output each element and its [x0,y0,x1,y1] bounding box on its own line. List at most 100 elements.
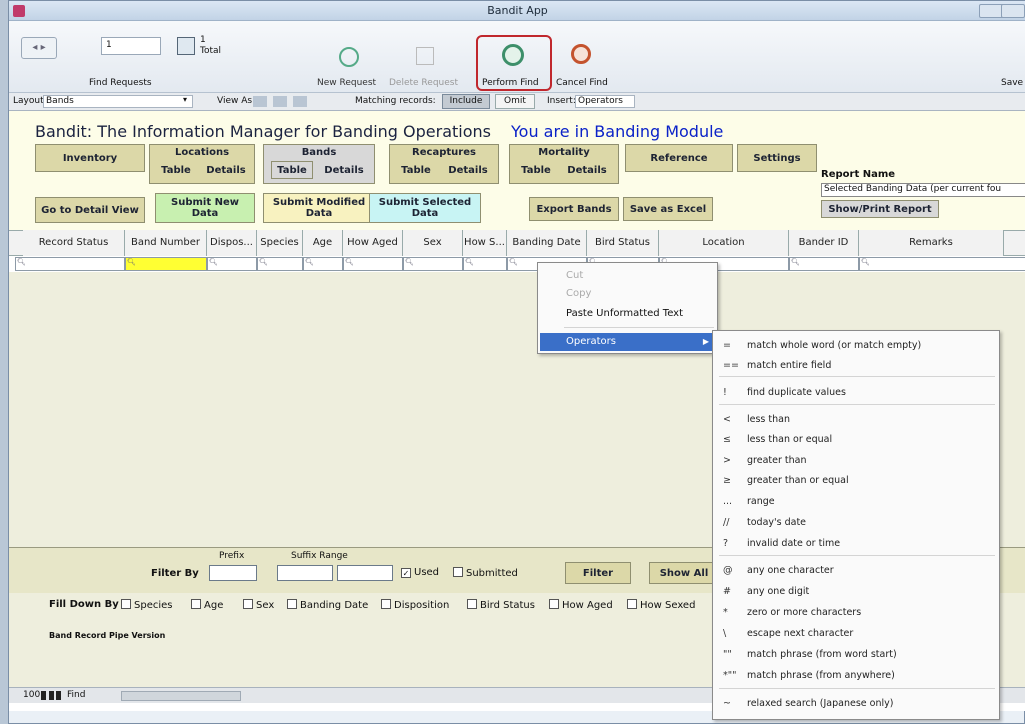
find-field-sex[interactable]: 🔍︎ [403,257,463,271]
save-button[interactable]: Save [1001,78,1023,88]
operator-item[interactable]: \ escape next character [713,625,1001,643]
checkbox-icon [287,599,297,609]
mortality-label: Mortality [538,147,590,158]
operator-item[interactable]: @ any one character [713,562,1001,580]
cancel-find-icon[interactable] [571,44,591,64]
find-field-how-aged[interactable]: 🔍︎ [343,257,403,271]
operator-item[interactable]: # any one digit [713,583,1001,601]
find-field-remarks[interactable]: 🔍︎ [859,257,1025,271]
show-all-button[interactable]: Show All [649,562,719,584]
report-name-field[interactable]: Selected Banding Data (per current fou [821,183,1025,197]
checkbox-icon [453,567,463,577]
locations-table-button[interactable]: Table [155,161,197,179]
omit-button[interactable]: Omit [495,94,535,109]
menu-separator [564,327,714,328]
filter-button[interactable]: Filter [565,562,631,584]
operator-item[interactable]: ~ relaxed search (Japanese only) [713,695,1001,713]
find-field-band-number[interactable]: 🔍︎ [125,257,207,271]
view-as-buttons[interactable] [253,96,313,107]
go-to-detail-view-button[interactable]: Go to Detail View [35,197,145,223]
show-print-report-button[interactable]: Show/Print Report [821,200,939,218]
operator-label: greater than or equal [747,475,849,486]
filldown-bird-status[interactable]: Bird Status [467,599,535,611]
operator-item[interactable]: ! find duplicate values [713,384,1001,402]
filldown-age[interactable]: Age [191,599,223,611]
layout-select[interactable]: Bands [43,95,193,108]
include-button[interactable]: Include [442,94,490,109]
maximize-button[interactable] [1001,4,1025,18]
suffix-start-input[interactable] [277,565,333,581]
find-field-species[interactable]: 🔍︎ [257,257,303,271]
inventory-button[interactable]: Inventory [35,144,145,172]
find-field-disposition[interactable]: 🔍︎ [207,257,257,271]
record-nav-arrows[interactable]: ◂ ▸ [21,37,57,59]
operator-item[interactable]: // today's date [713,514,1001,532]
perform-find-button[interactable]: Perform Find [482,78,539,88]
insert-select[interactable]: Operators [575,95,635,108]
bands-details-button[interactable]: Details [317,161,371,179]
checkbox-icon [191,599,201,609]
perform-find-icon[interactable] [502,44,524,66]
bands-table-button[interactable]: Table [271,161,313,179]
prefix-input[interactable] [209,565,257,581]
operator-item[interactable]: ≥ greater than or equal [713,472,1001,490]
checkbox-icon [243,599,253,609]
operators-menu-item[interactable]: Operators ▶ [540,333,715,351]
new-request-icon[interactable] [339,47,359,67]
operator-item[interactable]: ... range [713,493,1001,511]
mortality-table-button[interactable]: Table [515,161,557,179]
operator-symbol: ≤ [723,434,731,445]
settings-button[interactable]: Settings [737,144,817,172]
horizontal-scrollbar[interactable] [121,691,241,701]
filldown-disposition[interactable]: Disposition [381,599,449,611]
operator-item[interactable]: < less than [713,411,1001,429]
used-checkbox[interactable]: ✓ Used [401,567,439,578]
zoom-level[interactable]: 100 [23,690,40,700]
find-field-age[interactable]: 🔍︎ [303,257,343,271]
operator-item[interactable]: ? invalid date or time [713,535,1001,553]
operator-item[interactable]: "" match phrase (from word start) [713,646,1001,664]
operator-item[interactable]: == match entire field [713,357,1001,375]
suffix-end-input[interactable] [337,565,393,581]
mode-indicator[interactable]: Find [67,690,85,700]
filldown-how-sexed[interactable]: How Sexed [627,599,695,611]
filter-by-label: Filter By [151,568,199,579]
new-request-button[interactable]: New Request [317,78,376,88]
window-title: Bandit App [487,4,548,17]
submit-selected-data-button[interactable]: Submit Selected Data [369,193,481,223]
submit-new-data-button[interactable]: Submit New Data [155,193,255,223]
report-name-label: Report Name [821,169,896,180]
filldown-sex[interactable]: Sex [243,599,274,611]
cancel-find-button[interactable]: Cancel Find [556,78,608,88]
total-label: Total [200,46,222,56]
filldown-how-aged[interactable]: How Aged [549,599,613,611]
checkbox-icon [627,599,637,609]
operator-item[interactable]: = match whole word (or match empty) [713,337,1001,355]
submitted-label: Submitted [466,568,518,579]
find-field-how-sexed[interactable]: 🔍︎ [463,257,507,271]
operators-menu-label: Operators [566,336,616,347]
find-field-record-status[interactable]: 🔍︎ [15,257,125,271]
submitted-checkbox[interactable]: Submitted [453,567,518,579]
locations-details-button[interactable]: Details [201,161,251,179]
filldown-species[interactable]: Species [121,599,173,611]
recaptures-table-button[interactable]: Table [395,161,437,179]
export-bands-button[interactable]: Export Bands [529,197,619,221]
filldown-banding-date[interactable]: Banding Date [287,599,368,611]
operator-item[interactable]: * zero or more characters [713,604,1001,622]
record-number-field[interactable]: 1 [101,37,161,55]
operator-item[interactable]: > greater than [713,452,1001,470]
header-location: Location [659,230,789,256]
recaptures-details-button[interactable]: Details [441,161,495,179]
operator-symbol: *"" [723,670,737,681]
reference-button[interactable]: Reference [625,144,733,172]
operator-label: relaxed search (Japanese only) [747,698,894,709]
find-field-bander-id[interactable]: 🔍︎ [789,257,859,271]
paste-unformatted-menu-item[interactable]: Paste Unformatted Text [566,305,683,323]
save-as-excel-button[interactable]: Save as Excel [623,197,713,221]
header-remarks: Remarks [859,230,1004,256]
operator-item[interactable]: ≤ less than or equal [713,431,1001,449]
submit-modified-data-button[interactable]: Submit Modified Data [263,193,375,223]
mortality-details-button[interactable]: Details [559,161,615,179]
operator-item[interactable]: *"" match phrase (from anywhere) [713,667,1001,685]
